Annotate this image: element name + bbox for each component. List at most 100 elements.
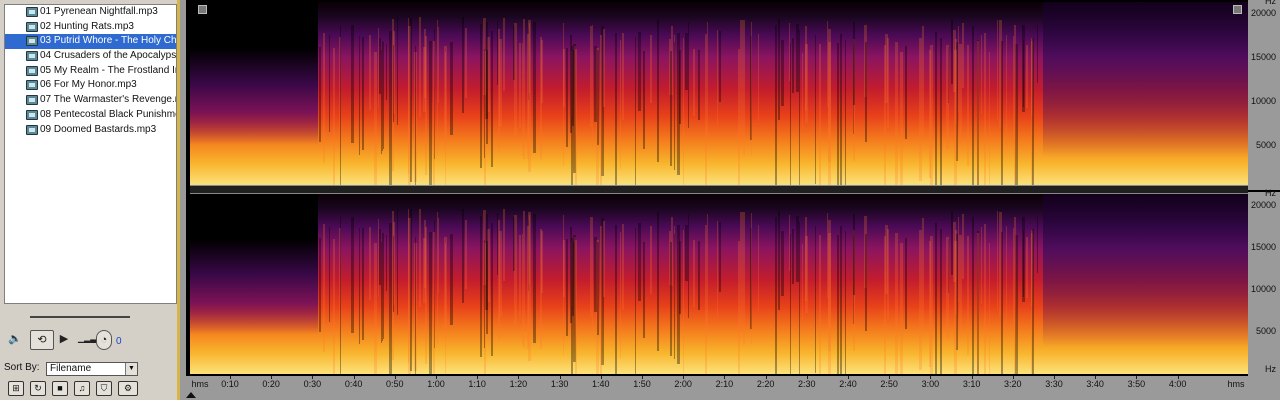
mute-speaker-icon[interactable]: 🔈 (6, 330, 24, 350)
time-tick-label: 3:50 (1127, 379, 1146, 389)
spectrogram-streak (750, 21, 752, 155)
spectrogram-streak (704, 33, 707, 185)
channel-divider[interactable] (190, 185, 1248, 194)
spectrogram-streak (852, 213, 856, 296)
spectrogram-streak (698, 240, 701, 310)
file-name: 09 Doomed Bastards.mp3 (40, 123, 157, 135)
filter-icon[interactable]: ⛉ (96, 381, 112, 396)
settings-icon[interactable]: ⚙ (118, 381, 138, 396)
spectrogram-streak (884, 225, 888, 294)
spectrogram-streak (977, 41, 979, 185)
file-list-item[interactable]: 02 Hunting Rats.mp3 (5, 20, 176, 35)
spectrogram-streak (674, 233, 676, 359)
time-tick-label: 2:40 (839, 379, 857, 389)
spectrogram-streak (533, 213, 536, 343)
spectrogram-view[interactable]: 20000 15000 10000 5000 Hz 20000 15000 10000 500… (186, 0, 1280, 400)
spectrogram-streak (319, 238, 321, 332)
spectrogram-streak (707, 22, 709, 137)
spectrogram-streak (961, 214, 964, 279)
spectrogram-streak (649, 226, 653, 294)
spectrogram-streak (328, 226, 330, 322)
file-list-scrollbar[interactable] (30, 316, 130, 318)
file-list-item[interactable]: 09 Doomed Bastards.mp3 (5, 123, 176, 138)
spectrogram-streak (674, 42, 676, 170)
spectrogram-streak (792, 229, 794, 284)
corner-handle-left[interactable] (198, 5, 207, 14)
spectrogram-streak (684, 224, 688, 281)
spectrogram-streak (684, 33, 688, 91)
spectrogram-streak (602, 29, 606, 107)
spectrogram-streak (518, 43, 521, 129)
spectrogram-streak (895, 233, 898, 374)
spectrogram-streak (959, 43, 962, 145)
spectrogram-channel-left[interactable] (190, 2, 1248, 185)
spectrogram-streak (919, 229, 922, 371)
chevron-down-icon[interactable]: ▼ (125, 363, 137, 375)
spectrogram-streak (966, 235, 969, 355)
file-list-item[interactable]: 01 Pyrenean Nightfall.mp3 (5, 5, 176, 20)
spectrogram-streak (437, 218, 440, 294)
left-panel: 01 Pyrenean Nightfall.mp3 02 Hunting Rats… (0, 0, 180, 400)
file-list-item[interactable]: 04 Crusaders of the Apocalypse.mp3 (5, 49, 176, 64)
time-tick-label: 3:00 (921, 379, 940, 389)
sort-select[interactable]: Filename ▼ (46, 362, 138, 376)
spectrogram-streak (522, 43, 524, 156)
spectrogram-streak (425, 35, 428, 175)
frequency-unit-label: Hz (1265, 364, 1276, 374)
spectrogram-streak (983, 32, 986, 185)
spectrogram-streak (1001, 41, 1004, 185)
audio-file-icon (26, 51, 38, 62)
file-name: 07 The Warmaster's Revenge.mp3 (40, 94, 176, 106)
spectrogram-streak (594, 237, 597, 313)
file-list-item[interactable]: 07 The Warmaster's Revenge.mp3 (5, 93, 176, 108)
spectrogram-streak (444, 237, 447, 329)
spectrogram-streak (801, 243, 804, 320)
file-list-item[interactable]: 03 Putrid Whore - The Holy Church (5, 34, 176, 50)
spectrogram-streak (319, 46, 321, 143)
spectrogram-streak (1031, 229, 1034, 374)
spectrogram-streak (565, 239, 568, 337)
spectrogram-streak (900, 51, 903, 185)
spectrogram-streak (643, 241, 646, 339)
spectrogram-streak (921, 217, 924, 328)
spectrogram-streak (340, 25, 342, 185)
volume-knob[interactable]: ◔ (96, 330, 112, 350)
file-list-item[interactable]: 06 For My Honor.mp3 (5, 78, 176, 93)
spectrogram-streak (449, 233, 453, 325)
spectrogram-streak (634, 228, 637, 374)
spectrogram-streak (565, 48, 568, 147)
spectrogram-streak (591, 216, 593, 337)
spectrogram-streak (389, 31, 392, 185)
grid-icon[interactable]: ⊞ (8, 381, 24, 396)
spectrogram-streak (904, 237, 907, 329)
file-list[interactable]: 01 Pyrenean Nightfall.mp3 02 Hunting Rats… (4, 4, 177, 304)
spectrogram-streak (444, 45, 447, 139)
spectrogram-streak (333, 238, 336, 374)
volume-value: 0 (116, 336, 122, 347)
time-axis[interactable]: hms 0:10 0:20 0:30 0:40 0:50 1:00 1:10 1:20 1:30 1… (186, 376, 1280, 400)
corner-handle-right[interactable] (1233, 5, 1242, 14)
spectrogram-channel-right[interactable] (190, 194, 1248, 374)
spectrogram-streak (634, 36, 637, 185)
music-note-icon[interactable]: ♫ (74, 381, 90, 396)
playhead-marker[interactable] (186, 392, 196, 398)
play-icon[interactable]: ▶ (58, 330, 70, 350)
time-tick-label: 3:20 (1004, 379, 1022, 389)
time-unit-right: hms (1227, 379, 1245, 389)
frequency-tick-label: 5000 (1255, 326, 1276, 336)
spectrogram-streak (396, 208, 399, 315)
file-list-item[interactable]: 08 Pentecostal Black Punishment (5, 108, 176, 123)
refresh-icon[interactable]: ↻ (30, 381, 46, 396)
spectrogram-streak (930, 236, 934, 374)
time-tick-label: 1:00 (427, 379, 445, 389)
file-list-item[interactable]: 05 My Realm - The Frostland Inquisition (5, 64, 176, 79)
loop-button[interactable]: ⟲ (30, 330, 54, 350)
time-tick-label: 3:10 (962, 379, 981, 389)
file-name: 08 Pentecostal Black Punishment (40, 108, 176, 120)
spectrogram-streak (798, 30, 801, 185)
spectrogram-streak (513, 214, 517, 325)
spectrogram-streak (801, 52, 804, 130)
spectrogram-streak (594, 45, 597, 123)
spectrogram-streak (1022, 39, 1024, 108)
stop-icon[interactable]: ■ (52, 381, 68, 396)
